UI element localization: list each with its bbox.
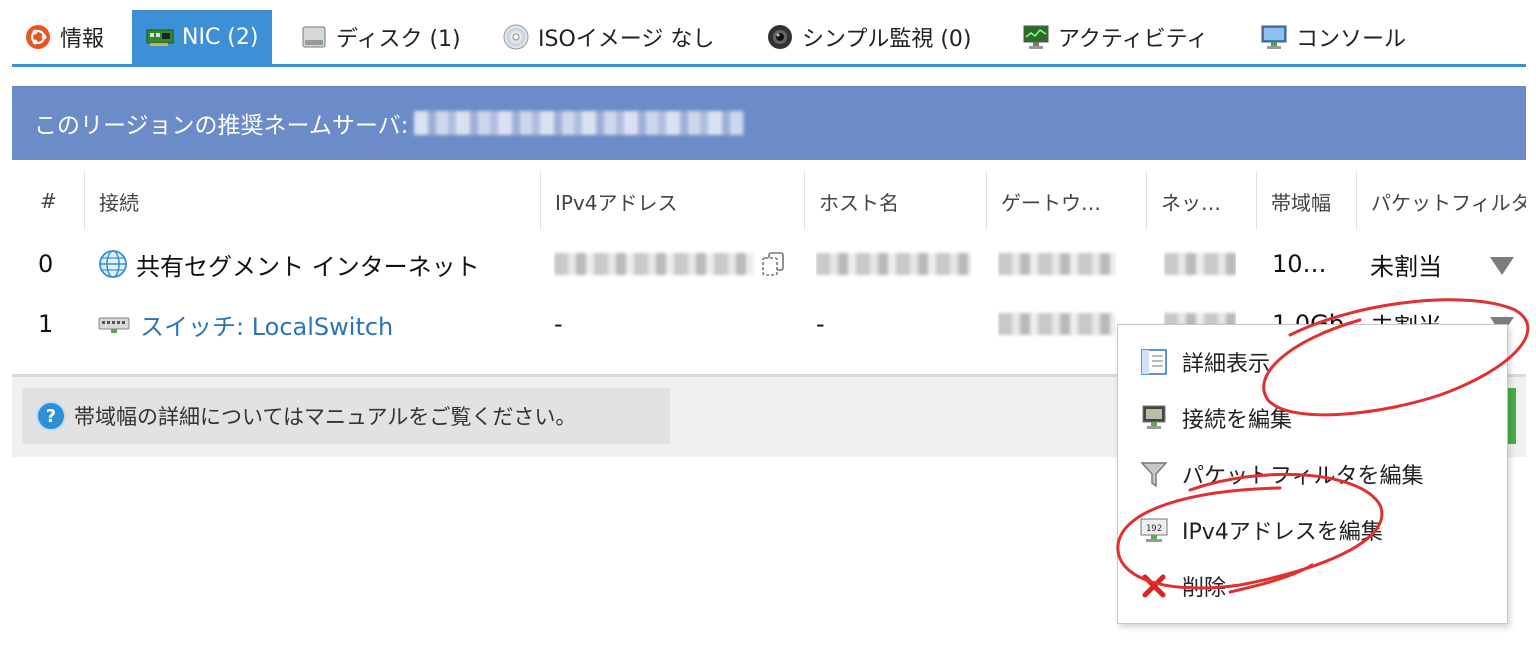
monitor-icon bbox=[1022, 23, 1050, 51]
ipv4-value-redacted bbox=[554, 253, 754, 275]
col-header-packet-filter[interactable]: パケットフィルタ bbox=[1356, 172, 1526, 230]
context-menu: 詳細表示 接続を編集 パケットフィルタを編集 192 IPv4アドレスを編集 削… bbox=[1117, 324, 1508, 624]
tab-activity[interactable]: アクティビティ bbox=[1022, 10, 1208, 64]
network-value-redacted bbox=[1164, 253, 1236, 275]
edit-connection-icon bbox=[1138, 402, 1170, 434]
col-header-bandwidth[interactable]: 帯域幅 bbox=[1256, 172, 1356, 230]
menu-item-label: 削除 bbox=[1182, 576, 1227, 601]
nameserver-value-redacted bbox=[414, 111, 745, 135]
tab-label: NIC (2) bbox=[182, 24, 259, 50]
connection-cell: スイッチ: LocalSwitch bbox=[98, 296, 393, 352]
col-header-hostname[interactable]: ホスト名 bbox=[804, 172, 986, 230]
delete-icon bbox=[1138, 570, 1170, 602]
tab-label: 情報 bbox=[60, 27, 105, 52]
hostname-cell bbox=[816, 236, 972, 292]
tab-label: アクティビティ bbox=[1058, 27, 1209, 52]
menu-item-label: IPv4アドレスを編集 bbox=[1182, 520, 1383, 545]
col-header-network[interactable]: ネッ… bbox=[1146, 172, 1256, 230]
tab-label: ISOイメージ なし bbox=[538, 27, 715, 52]
switch-link[interactable]: スイッチ: LocalSwitch bbox=[140, 307, 393, 342]
connection-cell: 共有セグメント インターネット bbox=[98, 236, 480, 292]
console-icon bbox=[1260, 23, 1288, 51]
copy-icon[interactable] bbox=[760, 250, 786, 278]
col-header-index: # bbox=[40, 189, 57, 213]
action-button-edge[interactable] bbox=[1508, 388, 1516, 444]
svg-text:192: 192 bbox=[1146, 524, 1162, 534]
hostname-cell: - bbox=[816, 310, 825, 338]
hostname-value-redacted bbox=[816, 253, 972, 275]
tab-bar: 情報 NIC (2) ディスク (1) ISOイメージ なし シンプル監視 (0… bbox=[12, 10, 1526, 67]
tab-iso[interactable]: ISOイメージ なし bbox=[502, 10, 714, 64]
menu-item-label: パケットフィルタを編集 bbox=[1182, 464, 1424, 489]
col-header-ipv4[interactable]: IPv4アドレス bbox=[540, 172, 804, 230]
globe-icon bbox=[98, 249, 128, 279]
gateway-value-redacted bbox=[998, 253, 1116, 275]
menu-item-details[interactable]: 詳細表示 bbox=[1138, 339, 1270, 385]
gateway-value-redacted bbox=[998, 313, 1116, 335]
filter-icon bbox=[1138, 458, 1170, 490]
gateway-cell bbox=[998, 296, 1116, 352]
menu-item-edit-connection[interactable]: 接続を編集 bbox=[1138, 395, 1292, 441]
tab-info[interactable]: 情報 bbox=[24, 10, 104, 64]
menu-item-edit-ipv4[interactable]: 192 IPv4アドレスを編集 bbox=[1138, 507, 1383, 553]
tab-label: シンプル監視 (0) bbox=[802, 27, 972, 52]
row-index: 1 bbox=[38, 310, 54, 338]
ipv4-cell bbox=[554, 236, 786, 292]
menu-item-delete[interactable]: 削除 bbox=[1138, 563, 1226, 609]
ubuntu-icon bbox=[24, 23, 52, 51]
row-index: 0 bbox=[38, 250, 54, 278]
filter-cell: 未割当 bbox=[1370, 252, 1442, 281]
disk-icon bbox=[300, 23, 328, 51]
ipv4-icon: 192 bbox=[1138, 514, 1170, 546]
help-icon: ? bbox=[36, 401, 66, 431]
details-icon bbox=[1138, 346, 1170, 378]
nameserver-label: このリージョンの推奨ネームサーバ: bbox=[34, 113, 409, 139]
tab-nic[interactable]: NIC (2) bbox=[132, 10, 273, 64]
col-header-connection[interactable]: 接続 bbox=[84, 172, 540, 230]
network-cell bbox=[1164, 236, 1236, 292]
ipv4-cell: - bbox=[554, 310, 563, 338]
help-note: ? 帯域幅の詳細についてはマニュアルをご覧ください。 bbox=[22, 388, 670, 444]
tab-console[interactable]: コンソール bbox=[1260, 10, 1406, 64]
help-text: 帯域幅の詳細についてはマニュアルをご覧ください。 bbox=[74, 405, 577, 429]
connection-label: 共有セグメント インターネット bbox=[136, 252, 480, 281]
camera-icon bbox=[766, 23, 794, 51]
nameserver-banner: このリージョンの推奨ネームサーバ: bbox=[12, 86, 1526, 160]
col-header-gateway[interactable]: ゲートウ… bbox=[986, 172, 1146, 230]
tab-label: コンソール bbox=[1296, 27, 1407, 52]
tab-monitoring[interactable]: シンプル監視 (0) bbox=[766, 10, 972, 64]
bandwidth-cell: 10… bbox=[1272, 250, 1327, 278]
menu-item-label: 詳細表示 bbox=[1182, 352, 1271, 377]
switch-icon bbox=[98, 314, 130, 334]
gateway-cell bbox=[998, 236, 1116, 292]
menu-item-edit-filter[interactable]: パケットフィルタを編集 bbox=[1138, 451, 1424, 497]
row-menu-dropdown[interactable] bbox=[1490, 257, 1514, 275]
network-card-icon bbox=[146, 23, 174, 51]
menu-item-label: 接続を編集 bbox=[1182, 408, 1293, 433]
tab-label: ディスク (1) bbox=[336, 27, 461, 52]
cd-icon bbox=[502, 23, 530, 51]
tab-disk[interactable]: ディスク (1) bbox=[300, 10, 461, 64]
